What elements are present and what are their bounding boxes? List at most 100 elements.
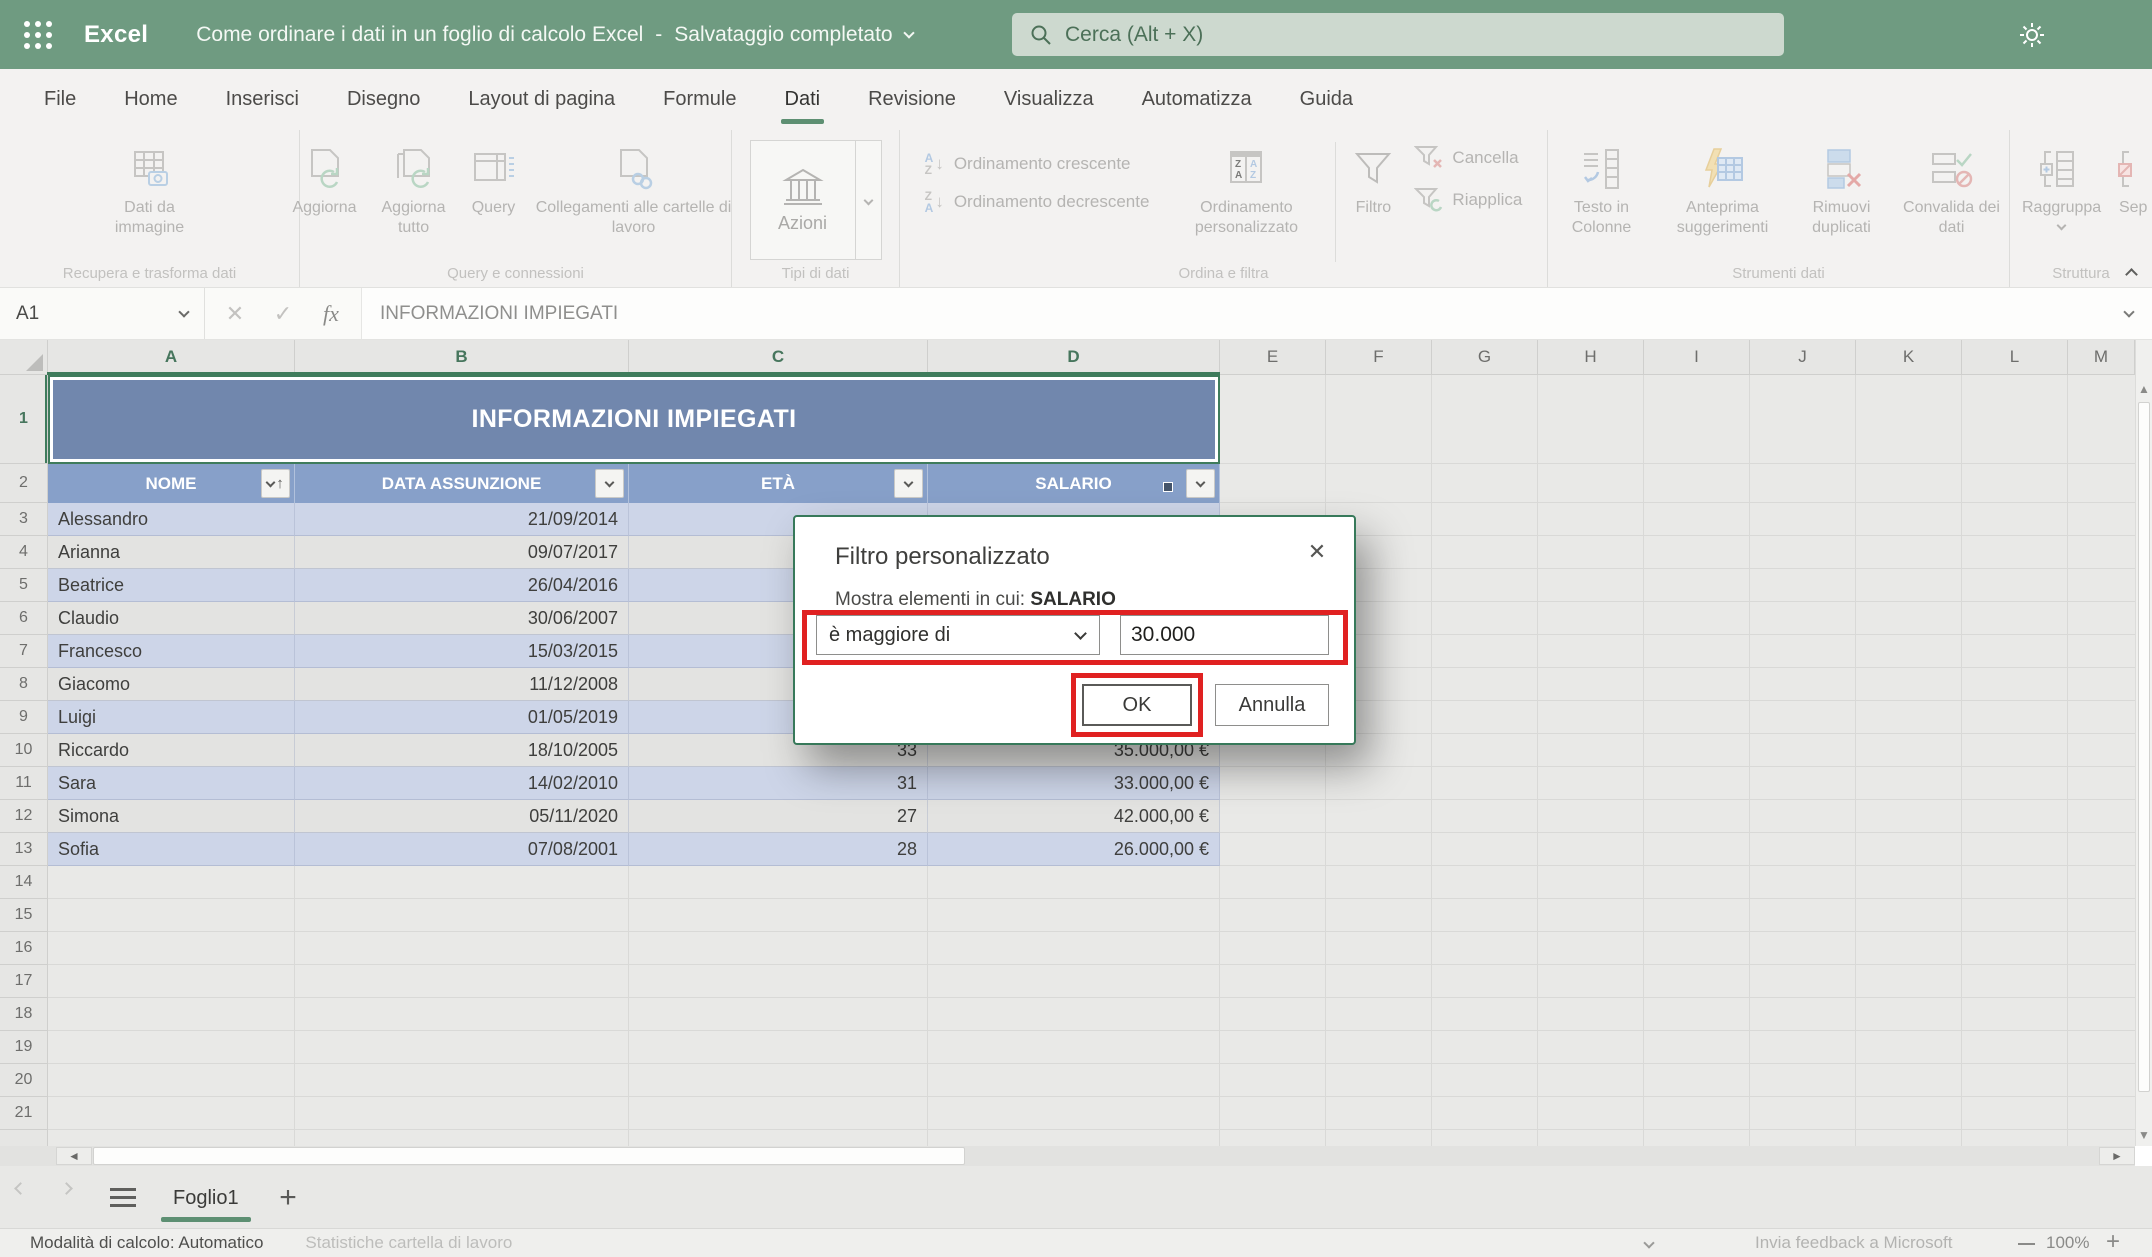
row-header-1[interactable]: 1 <box>0 375 47 464</box>
row-header-9[interactable]: 9 <box>0 701 47 734</box>
cell[interactable]: 31 <box>629 767 928 800</box>
cell[interactable]: 09/07/2017 <box>295 536 629 569</box>
insert-function-button[interactable]: fx <box>307 301 355 327</box>
aggiorna-button[interactable]: Aggiorna <box>286 138 362 220</box>
row-header-2[interactable]: 2 <box>0 464 47 503</box>
row-header-15[interactable]: 15 <box>0 899 47 932</box>
tab-layout-di-pagina[interactable]: Layout di pagina <box>444 69 639 130</box>
row-header-13[interactable]: 13 <box>0 833 47 866</box>
search-input[interactable]: Cerca (Alt + X) <box>1012 13 1784 56</box>
cancella-button[interactable]: Cancella <box>1414 144 1522 172</box>
row-header-5[interactable]: 5 <box>0 569 47 602</box>
cell[interactable]: 30/06/2007 <box>295 602 629 635</box>
filter-button-data-assunzione[interactable] <box>595 469 624 498</box>
ok-button[interactable]: OK <box>1082 684 1192 726</box>
row-header-18[interactable]: 18 <box>0 998 47 1031</box>
zoom-in-button[interactable]: + <box>2106 1228 2120 1256</box>
row-header-12[interactable]: 12 <box>0 800 47 833</box>
zoom-level[interactable]: 100% <box>2046 1233 2089 1253</box>
tab-file[interactable]: File <box>20 69 100 130</box>
filter-button-età[interactable] <box>894 469 923 498</box>
cell[interactable]: Simona <box>48 800 295 833</box>
cell[interactable]: Francesco <box>48 635 295 668</box>
tab-visualizza[interactable]: Visualizza <box>980 69 1118 130</box>
filter-button-salario[interactable] <box>1186 469 1215 498</box>
zoom-out-button[interactable] <box>2018 1243 2035 1245</box>
row-header-21[interactable]: 21 <box>0 1097 47 1130</box>
row-header-7[interactable]: 7 <box>0 635 47 668</box>
cell[interactable]: 33.000,00 € <box>928 767 1220 800</box>
workbook-statistics[interactable]: Statistiche cartella di lavoro <box>305 1233 512 1253</box>
cell[interactable]: Giacomo <box>48 668 295 701</box>
riapplica-button[interactable]: Riapplica <box>1414 186 1522 214</box>
dati-da-immagine-button[interactable]: Dati da immagine <box>84 138 216 240</box>
column-header-M[interactable]: M <box>2068 340 2135 374</box>
sheet-tab-foglio1[interactable]: Foglio1 <box>155 1174 257 1222</box>
azioni-button[interactable]: Azioni <box>750 140 882 260</box>
tab-revisione[interactable]: Revisione <box>844 69 980 130</box>
tab-disegno[interactable]: Disegno <box>323 69 444 130</box>
filter-value-input[interactable]: 30.000 <box>1120 615 1329 655</box>
column-header-E[interactable]: E <box>1220 340 1326 374</box>
convalida-dati-button[interactable]: Convalida dei dati <box>1894 138 2010 240</box>
rimuovi-duplicati-button[interactable]: Rimuovi duplicati <box>1790 138 1894 240</box>
dialog-close-button[interactable]: ✕ <box>1302 537 1332 567</box>
vertical-scroll-thumb[interactable] <box>2138 402 2150 1092</box>
cell[interactable]: 11/12/2008 <box>295 668 629 701</box>
cell[interactable]: Beatrice <box>48 569 295 602</box>
document-title-area[interactable]: Come ordinare i dati in un foglio di cal… <box>196 23 912 47</box>
condition-select[interactable]: è maggiore di <box>816 615 1100 655</box>
select-all-corner[interactable] <box>0 340 48 374</box>
scroll-down-arrow-icon[interactable]: ▼ <box>2136 1128 2152 1142</box>
tab-home[interactable]: Home <box>100 69 201 130</box>
cell[interactable]: 26.000,00 € <box>928 833 1220 866</box>
annulla-button[interactable]: Annulla <box>1215 684 1329 726</box>
ordinamento-personalizzato-button[interactable]: ZAAZ Ordinamento personalizzato <box>1165 138 1327 240</box>
cell[interactable]: 15/03/2015 <box>295 635 629 668</box>
row-header-6[interactable]: 6 <box>0 602 47 635</box>
anteprima-suggerimenti-button[interactable]: Anteprima suggerimenti <box>1656 138 1790 240</box>
row-header-4[interactable]: 4 <box>0 536 47 569</box>
testo-in-colonne-button[interactable]: Testo in Colonne <box>1548 138 1656 240</box>
row-header-16[interactable]: 16 <box>0 932 47 965</box>
cell[interactable]: Claudio <box>48 602 295 635</box>
column-header-C[interactable]: C <box>629 340 928 374</box>
row-header-8[interactable]: 8 <box>0 668 47 701</box>
cell[interactable]: 18/10/2005 <box>295 734 629 767</box>
horizontal-scrollbar[interactable]: ◄ ► <box>0 1146 2135 1166</box>
column-header-H[interactable]: H <box>1538 340 1644 374</box>
row-header-11[interactable]: 11 <box>0 767 47 800</box>
feedback-link[interactable]: Invia feedback a Microsoft <box>1755 1233 1952 1253</box>
row-header-3[interactable]: 3 <box>0 503 47 536</box>
azioni-dropdown[interactable] <box>855 141 881 259</box>
cell[interactable]: Alessandro <box>48 503 295 536</box>
cell[interactable]: Riccardo <box>48 734 295 767</box>
column-header-I[interactable]: I <box>1644 340 1750 374</box>
table-title-cell[interactable]: INFORMAZIONI IMPIEGATI <box>48 375 1220 464</box>
cell[interactable]: Arianna <box>48 536 295 569</box>
cell[interactable]: Sofia <box>48 833 295 866</box>
cell[interactable]: 28 <box>629 833 928 866</box>
column-header-F[interactable]: F <box>1326 340 1432 374</box>
status-chevron-icon[interactable] <box>1643 1237 1654 1248</box>
cell[interactable]: Sara <box>48 767 295 800</box>
filter-button-nome[interactable]: ↑ <box>261 469 290 498</box>
row-header-17[interactable]: 17 <box>0 965 47 998</box>
scroll-left-arrow-icon[interactable]: ◄ <box>56 1147 92 1165</box>
row-header-19[interactable]: 19 <box>0 1031 47 1064</box>
cell[interactable]: 07/08/2001 <box>295 833 629 866</box>
vertical-scrollbar[interactable]: ▲ ▼ <box>2135 340 2152 1146</box>
ordinamento-crescente-button[interactable]: AZ↓ Ordinamento crescente <box>925 152 1150 176</box>
cell[interactable]: 26/04/2016 <box>295 569 629 602</box>
calc-mode-status[interactable]: Modalità di calcolo: Automatico <box>30 1233 263 1253</box>
confirm-entry-button[interactable]: ✓ <box>259 301 307 327</box>
aggiorna-tutto-button[interactable]: Aggiorna tutto <box>363 138 465 240</box>
table-resize-handle[interactable] <box>1163 482 1173 492</box>
new-sheet-button[interactable]: + <box>268 1178 308 1218</box>
column-header-J[interactable]: J <box>1750 340 1856 374</box>
all-sheets-menu-button[interactable] <box>110 1188 136 1207</box>
column-header-G[interactable]: G <box>1432 340 1538 374</box>
settings-button[interactable] <box>2012 15 2052 55</box>
tab-guida[interactable]: Guida <box>1276 69 1377 130</box>
cancel-entry-button[interactable]: ✕ <box>211 301 259 327</box>
